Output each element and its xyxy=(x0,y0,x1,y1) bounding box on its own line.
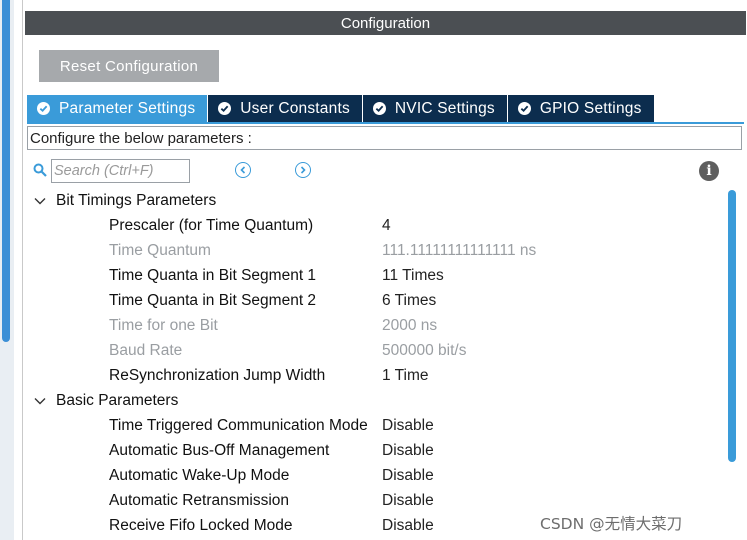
param-name: Time Triggered Communication Mode xyxy=(109,416,368,434)
param-value[interactable]: 6 Times xyxy=(382,292,436,310)
search-icon xyxy=(33,163,47,177)
reset-configuration-button[interactable]: Reset Configuration xyxy=(39,50,219,82)
param-value: 111.11111111111111 ns xyxy=(382,241,537,259)
group-header-basic-parameters[interactable]: Basic Parameters xyxy=(23,388,723,413)
left-panel-strip xyxy=(0,0,14,540)
group-title: Bit Timings Parameters xyxy=(56,191,217,209)
chevron-left-icon xyxy=(240,166,246,174)
param-value[interactable]: Disable xyxy=(382,517,434,535)
param-name: Prescaler (for Time Quantum) xyxy=(109,216,314,234)
tab-gpio-settings[interactable]: GPIO Settings xyxy=(507,95,655,122)
configuration-panel: Configuration Reset Configuration Parame… xyxy=(22,0,747,540)
parameter-list: Bit Timings Parameters Prescaler (for Ti… xyxy=(23,188,723,538)
param-name: Automatic Bus-Off Management xyxy=(109,441,330,459)
search-next-button[interactable] xyxy=(295,162,311,178)
chevron-right-icon xyxy=(300,166,306,174)
tab-label: NVIC Settings xyxy=(394,99,495,117)
tab-underline xyxy=(27,122,744,124)
search-row: i xyxy=(31,157,736,185)
check-circle-icon xyxy=(37,102,50,115)
param-name: Automatic Wake-Up Mode xyxy=(109,466,290,484)
param-name: Automatic Retransmission xyxy=(109,491,290,509)
chevron-down-icon xyxy=(34,197,46,204)
param-row: Time Quantum 111.11111111111111 ns xyxy=(23,238,723,263)
param-row[interactable]: ReSynchronization Jump Width 1 Time xyxy=(23,363,723,388)
parameter-list-scrollbar[interactable] xyxy=(728,190,736,462)
tab-label: User Constants xyxy=(240,99,350,117)
check-circle-icon xyxy=(218,102,232,115)
tab-user-constants[interactable]: User Constants xyxy=(208,95,363,122)
panel-title: Configuration xyxy=(25,11,746,35)
param-value: 2000 ns xyxy=(382,316,438,334)
tab-label: GPIO Settings xyxy=(539,99,642,117)
param-row[interactable]: Automatic Retransmission Disable xyxy=(23,488,723,513)
chevron-down-icon xyxy=(34,397,46,404)
tab-bar: Parameter Settings User Constants NVIC S… xyxy=(27,95,655,122)
param-value[interactable]: Disable xyxy=(382,442,434,460)
check-circle-icon xyxy=(517,102,531,115)
tab-nvic-settings[interactable]: NVIC Settings xyxy=(362,95,508,122)
param-value[interactable]: 1 Time xyxy=(382,367,429,385)
param-row[interactable]: Time Triggered Communication Mode Disable xyxy=(23,413,723,438)
watermark-text: CSDN @无情大菜刀 xyxy=(540,515,683,533)
param-value[interactable]: Disable xyxy=(382,467,434,485)
check-circle-icon xyxy=(372,102,386,115)
param-row[interactable]: Automatic Wake-Up Mode Disable xyxy=(23,463,723,488)
tab-label: Parameter Settings xyxy=(59,99,196,117)
param-value: 500000 bit/s xyxy=(382,341,467,359)
instructions-text: Configure the below parameters : xyxy=(27,126,742,150)
param-row[interactable]: Automatic Bus-Off Management Disable xyxy=(23,438,723,463)
param-name: Time Quanta in Bit Segment 1 xyxy=(109,266,317,284)
search-prev-button[interactable] xyxy=(235,162,251,178)
param-name: Receive Fifo Locked Mode xyxy=(109,516,293,534)
param-row[interactable]: Prescaler (for Time Quantum) 4 xyxy=(23,213,723,238)
param-row[interactable]: Time Quanta in Bit Segment 2 6 Times xyxy=(23,288,723,313)
param-name: Baud Rate xyxy=(109,341,183,359)
param-value[interactable]: Disable xyxy=(382,417,434,435)
param-name: ReSynchronization Jump Width xyxy=(109,366,326,384)
param-row[interactable]: Time Quanta in Bit Segment 1 11 Times xyxy=(23,263,723,288)
param-name: Time Quanta in Bit Segment 2 xyxy=(109,291,317,309)
group-header-bit-timings[interactable]: Bit Timings Parameters xyxy=(23,188,723,213)
tab-parameter-settings[interactable]: Parameter Settings xyxy=(27,95,209,122)
left-panel-scrollbar[interactable] xyxy=(2,0,10,342)
param-value[interactable]: 4 xyxy=(382,217,391,235)
param-row: Time for one Bit 2000 ns xyxy=(23,313,723,338)
param-name: Time for one Bit xyxy=(109,316,218,334)
info-icon[interactable]: i xyxy=(699,161,719,181)
param-value[interactable]: 11 Times xyxy=(382,267,444,285)
param-value[interactable]: Disable xyxy=(382,492,434,510)
param-row: Baud Rate 500000 bit/s xyxy=(23,338,723,363)
group-title: Basic Parameters xyxy=(56,391,179,409)
param-name: Time Quantum xyxy=(109,241,211,259)
search-input[interactable] xyxy=(51,159,190,183)
